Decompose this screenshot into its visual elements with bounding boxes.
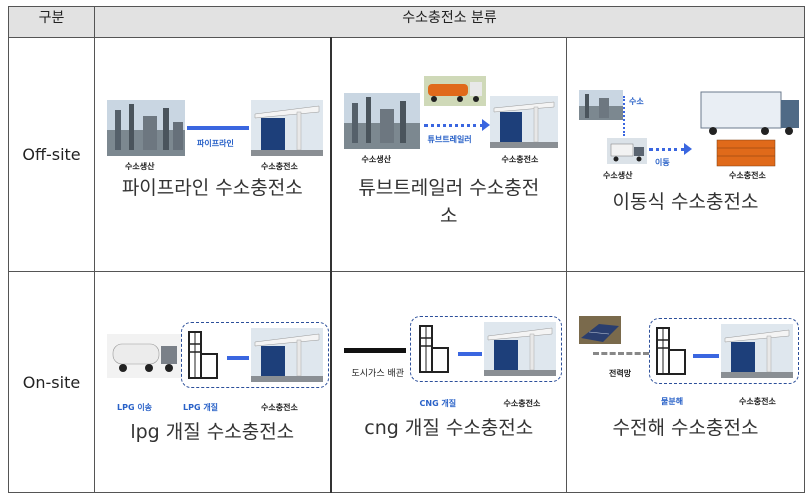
tag-move: 이동 — [655, 158, 670, 167]
onsite-connector — [227, 356, 249, 360]
charging-station-image — [489, 96, 558, 148]
tag-hydrogen: 수소 — [629, 97, 644, 106]
move-arrow — [649, 148, 685, 151]
tag-cng-reforming: CNG 개질 — [419, 399, 457, 408]
charging-station-image — [721, 324, 793, 378]
arrow-head-icon — [481, 119, 490, 131]
charging-station-image — [483, 322, 556, 376]
caption-tube-trailer-line2: 소 — [440, 205, 458, 227]
mobile-station-truck-image — [693, 86, 801, 172]
hydrogen-flow-line — [623, 96, 625, 136]
caption-cng: cng 개질 수소충전소 — [364, 417, 534, 439]
cell-cng-station: 도시가스 배관 CNG 개질 수소충전소 cng 개질 수소충전소 — [330, 271, 567, 493]
reformer-icon — [418, 325, 449, 373]
classification-table-wrapper: 구분 수소충전소 분류 Off-site 파이프라인 수소생산 수소충전소 파이… — [8, 6, 805, 496]
hydrogen-station-classification-table: 구분 수소충전소 분류 Off-site 파이프라인 수소생산 수소충전소 파이… — [8, 6, 805, 493]
header-classification: 수소충전소 분류 — [94, 6, 805, 38]
solar-panel-image — [579, 316, 621, 344]
truck-image — [607, 138, 647, 164]
tag-production: 수소생산 — [361, 155, 391, 164]
caption-electrolysis: 수전해 수소충전소 — [612, 417, 759, 439]
tag-lpg-reforming: LPG 개질 — [183, 403, 219, 412]
power-grid-line — [593, 352, 649, 355]
tag-station: 수소충전소 — [729, 171, 766, 180]
tag-station: 수소충전소 — [261, 403, 298, 412]
tube-trailer-image — [423, 76, 486, 106]
electrolyzer-icon — [656, 327, 686, 375]
row-label-offsite: Off-site — [8, 37, 95, 272]
caption-lpg: lpg 개질 수소충전소 — [130, 421, 295, 443]
cell-pipeline-station: 파이프라인 수소생산 수소충전소 파이프라인 수소충전소 — [94, 37, 332, 272]
header-category: 구분 — [8, 6, 95, 38]
transport-arrow — [423, 124, 484, 127]
onsite-connector — [457, 352, 482, 356]
tag-station: 수소충전소 — [739, 397, 776, 406]
arrow-head-icon — [684, 143, 692, 155]
cell-tube-trailer-station: 튜브트레일러 수소생산 수소충전소 튜브트레일러 수소충전 소 — [330, 37, 567, 272]
tag-pipeline: 파이프라인 — [197, 139, 234, 148]
tag-station: 수소충전소 — [261, 162, 298, 171]
tag-production: 수소생산 — [125, 162, 155, 171]
tag-production: 수소생산 — [603, 171, 633, 180]
tag-station: 수소충전소 — [501, 155, 539, 164]
charging-station-image — [251, 100, 323, 156]
lpg-truck-image — [107, 334, 181, 378]
tag-tube-trailer: 튜브트레일러 — [427, 135, 472, 144]
tag-station: 수소충전소 — [503, 399, 541, 408]
tag-power-grid: 전력망 — [609, 369, 632, 378]
caption-mobile: 이동식 수소충전소 — [612, 191, 759, 213]
caption-pipeline: 파이프라인 수소충전소 — [121, 177, 303, 199]
production-plant-image — [343, 93, 420, 149]
production-plant-image — [107, 100, 185, 156]
production-plant-image — [579, 90, 623, 120]
cell-electrolysis-station: 전력망 물분해 수소충전소 수전해 수소충전소 — [566, 271, 805, 493]
tag-city-gas-pipe: 도시가스 배관 — [351, 369, 405, 379]
pipeline-connector — [187, 126, 249, 130]
cell-lpg-station: LPG 이송 LPG 개질 수소충전소 lpg 개질 수소충전소 — [94, 271, 332, 493]
caption-tube-trailer-line1: 튜브트레일러 수소충전 — [358, 177, 540, 199]
city-gas-pipe — [343, 348, 406, 353]
charging-station-image — [251, 328, 323, 382]
tag-lpg-transport: LPG 이송 — [117, 403, 153, 412]
onsite-connector — [693, 354, 719, 358]
row-label-onsite: On-site — [8, 271, 95, 493]
reformer-icon — [188, 331, 218, 379]
tag-water-splitting: 물분해 — [661, 397, 684, 406]
cell-mobile-station: 수소 이동 수소생산 수소충전소 이동식 수소충전소 — [566, 37, 805, 272]
